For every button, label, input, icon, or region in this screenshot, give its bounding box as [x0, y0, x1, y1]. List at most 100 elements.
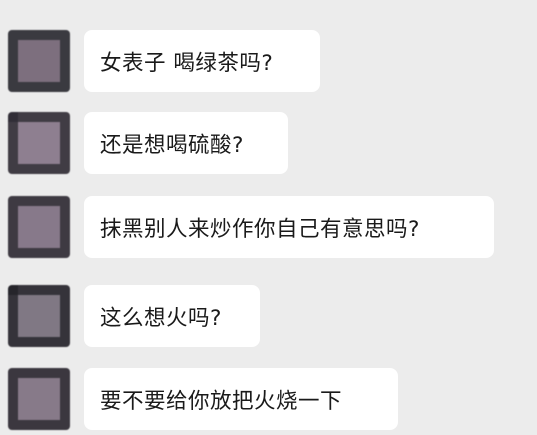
avatar-pixel	[28, 153, 39, 164]
avatar-pixel	[28, 295, 39, 306]
avatar-pixel	[49, 388, 60, 399]
message-bubble[interactable]: 还是想喝硫酸?	[84, 112, 288, 174]
avatar-pixel	[38, 216, 50, 227]
avatar-pixel	[28, 378, 39, 389]
avatar-pixel	[8, 206, 19, 217]
avatar-pixel	[49, 305, 60, 316]
avatar-pixel	[38, 336, 50, 347]
avatar-pixel	[8, 378, 19, 389]
avatar-pixel	[59, 122, 70, 133]
avatar-pixel	[38, 378, 50, 389]
avatar-pixel	[38, 247, 50, 258]
avatar-pixel	[59, 409, 70, 420]
avatar-pixel	[49, 206, 60, 217]
avatar-pixel	[59, 388, 70, 399]
avatar-pixel	[18, 50, 29, 61]
avatar-pixel	[59, 315, 70, 327]
avatar-pixel	[8, 247, 19, 258]
avatar-pixel	[18, 153, 29, 164]
avatar-pixel	[49, 112, 60, 123]
avatar-pixel	[59, 378, 70, 389]
avatar-pixel	[49, 378, 60, 389]
avatar-pixel	[38, 132, 50, 143]
avatar-pixel	[28, 216, 39, 227]
avatar-pixel	[8, 285, 19, 296]
avatar-pixel	[28, 388, 39, 399]
avatar-pixel	[8, 163, 19, 174]
avatar-pixel	[38, 163, 50, 174]
avatar-pixel	[49, 315, 60, 327]
avatar-pixel	[59, 206, 70, 217]
avatar-pixel	[59, 336, 70, 347]
avatar-pixel	[38, 305, 50, 316]
avatar-pixel	[59, 142, 70, 154]
avatar-pixel	[49, 419, 60, 430]
avatar-pixel	[49, 409, 60, 420]
avatar-pixel	[28, 237, 39, 248]
avatar-pixel	[49, 216, 60, 227]
avatar-pixel	[28, 142, 39, 154]
avatar-pixel	[18, 196, 29, 207]
avatar-pixel	[38, 398, 50, 410]
avatar-pixel	[18, 368, 29, 379]
avatar-pixel	[8, 305, 19, 316]
message-bubble[interactable]: 女表子 喝绿茶吗?	[84, 30, 320, 92]
avatar-pixel	[49, 60, 60, 72]
message-bubble[interactable]: 抹黑别人来炒作你自己有意思吗?	[84, 196, 494, 258]
avatar-pixel	[38, 226, 50, 238]
avatar-pixel	[59, 30, 70, 41]
avatar[interactable]	[8, 112, 70, 174]
avatar-pixel	[8, 122, 19, 133]
avatar-pixel	[59, 153, 70, 164]
avatar-pixel	[49, 237, 60, 248]
avatar-pixel	[49, 163, 60, 174]
avatar[interactable]	[8, 30, 70, 92]
avatar-pixel	[8, 142, 19, 154]
avatar[interactable]	[8, 285, 70, 347]
avatar-pixel	[49, 368, 60, 379]
avatar-pixel	[8, 226, 19, 238]
avatar-pixel	[18, 81, 29, 92]
avatar-pixel	[8, 336, 19, 347]
avatar-pixel	[49, 122, 60, 133]
avatar-pixel	[28, 315, 39, 327]
avatar-pixel	[49, 153, 60, 164]
avatar-pixel	[49, 132, 60, 143]
avatar-pixel	[8, 368, 19, 379]
avatar-pixel	[28, 60, 39, 72]
avatar-pixel	[8, 71, 19, 82]
avatar-pixel	[38, 30, 50, 41]
avatar-pixel	[28, 81, 39, 92]
avatar-pixel	[59, 40, 70, 51]
avatar-pixel	[59, 132, 70, 143]
message-bubble[interactable]: 要不要给你放把火烧一下	[84, 368, 398, 430]
avatar-pixel	[28, 163, 39, 174]
avatar-pixel	[8, 81, 19, 92]
avatar[interactable]	[8, 196, 70, 258]
avatar-pixel	[49, 326, 60, 337]
avatar-pixel	[49, 336, 60, 347]
avatar-pixel	[59, 216, 70, 227]
avatar-pixel	[49, 295, 60, 306]
avatar-pixel	[18, 30, 29, 41]
avatar-pixel	[18, 295, 29, 306]
avatar-pixel	[8, 419, 19, 430]
avatar-pixel	[28, 419, 39, 430]
avatar-pixel	[8, 30, 19, 41]
avatar-pixel	[28, 30, 39, 41]
message-bubble[interactable]: 这么想火吗?	[84, 285, 260, 347]
avatar-pixel	[28, 132, 39, 143]
avatar-pixel	[8, 409, 19, 420]
avatar-pixel	[28, 285, 39, 296]
avatar-pixel	[49, 40, 60, 51]
avatar-pixel	[49, 398, 60, 410]
avatar-pixel	[38, 419, 50, 430]
avatar-pixel	[38, 388, 50, 399]
avatar-pixel	[18, 40, 29, 51]
avatar-pixel	[18, 398, 29, 410]
avatar-pixel	[8, 196, 19, 207]
avatar-pixel	[28, 398, 39, 410]
avatar[interactable]	[8, 368, 70, 430]
avatar-pixel	[59, 50, 70, 61]
avatar-pixel	[49, 50, 60, 61]
